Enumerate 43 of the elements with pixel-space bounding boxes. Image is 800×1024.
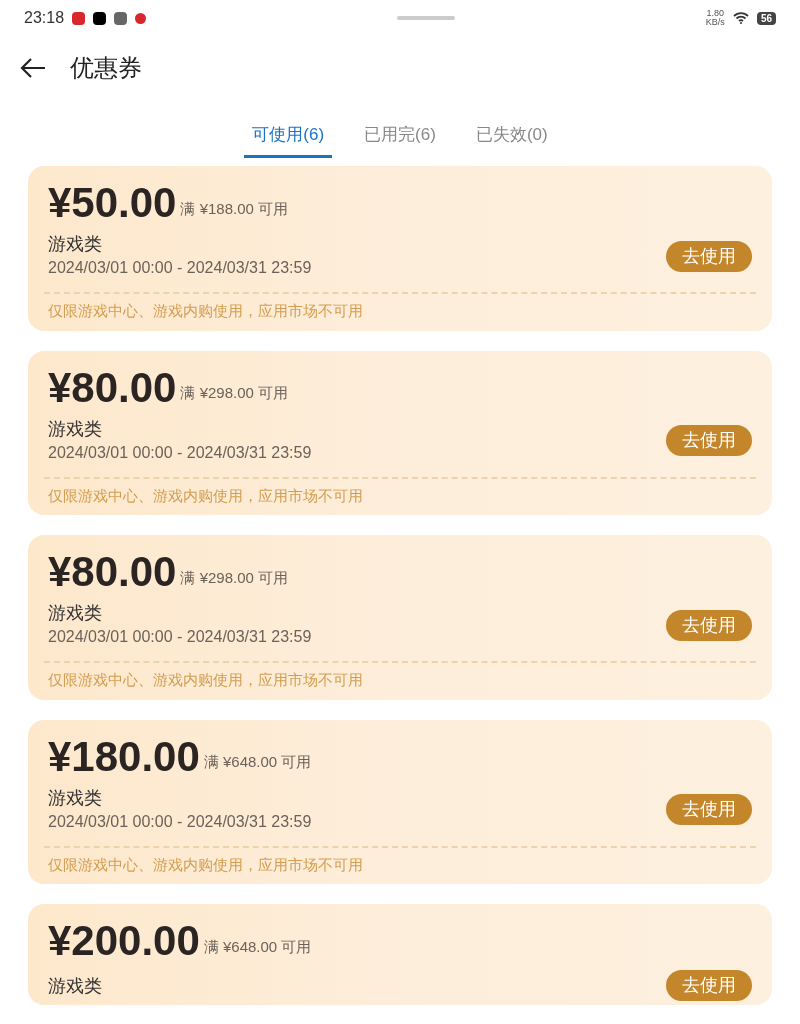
coupon-category: 游戏类 — [48, 417, 103, 441]
coupon-amount: ¥80.00 — [48, 551, 177, 593]
use-button[interactable]: 去使用 — [666, 425, 752, 456]
network-speed: 1.80 — [706, 9, 725, 18]
app-notification-icon — [114, 11, 128, 25]
coupon-validity: 2024/03/01 00:00 - 2024/03/31 23:59 — [48, 442, 313, 463]
app-notification-icon — [93, 11, 107, 25]
status-time: 23:18 — [24, 8, 65, 28]
coupon-threshold: 满 ¥298.00 可用 — [180, 383, 289, 403]
gesture-handle — [396, 16, 455, 20]
coupon-amount: ¥180.00 — [48, 735, 200, 778]
app-notification-icon — [135, 12, 147, 24]
coupon-threshold: 满 ¥188.00 可用 — [180, 198, 289, 219]
coupon-validity: 2024/03/01 00:00 - 2024/03/31 23:59 — [48, 811, 313, 832]
coupon-category: 游戏类 — [48, 602, 103, 625]
coupon-category: 游戏类 — [48, 233, 103, 256]
tab[interactable]: 可使用(6) — [244, 121, 333, 158]
use-button[interactable]: 去使用 — [666, 970, 752, 1001]
coupon-amount: ¥50.00 — [48, 182, 177, 224]
use-button[interactable]: 去使用 — [666, 240, 752, 272]
coupon-category: 游戏类 — [48, 786, 103, 810]
battery-level: 56 — [756, 11, 776, 25]
use-button[interactable]: 去使用 — [666, 794, 752, 825]
tab[interactable]: 已用完(6) — [356, 121, 444, 158]
coupon-threshold: 满 ¥298.00 可用 — [180, 567, 289, 588]
tab[interactable]: 已失效(0) — [467, 121, 556, 158]
app-notification-icon — [72, 11, 86, 25]
coupon-amount: ¥80.00 — [48, 366, 177, 409]
coupon-category: 游戏类 — [48, 974, 103, 998]
coupon-validity: 2024/03/01 00:00 - 2024/03/31 23:59 — [48, 627, 313, 647]
coupon-threshold: 满 ¥648.00 可用 — [203, 752, 312, 772]
coupon-note: 仅限游戏中心、游戏内购使用，应用市场不可用 — [47, 854, 364, 875]
coupon-amount: ¥200.00 — [48, 920, 200, 962]
wifi-icon — [732, 12, 749, 24]
page-title: 优惠券 — [70, 53, 142, 83]
coupon-validity: 2024/03/01 00:00 - 2024/03/31 23:59 — [48, 258, 313, 278]
back-arrow-icon[interactable] — [20, 57, 46, 79]
network-unit: KB/s — [705, 18, 725, 27]
coupon-note: 仅限游戏中心、游戏内购使用，应用市场不可用 — [47, 485, 364, 506]
coupon-threshold: 满 ¥648.00 可用 — [203, 936, 312, 957]
use-button[interactable]: 去使用 — [666, 609, 752, 641]
coupon-note: 仅限游戏中心、游戏内购使用，应用市场不可用 — [47, 670, 364, 690]
coupon-note: 仅限游戏中心、游戏内购使用，应用市场不可用 — [47, 301, 364, 321]
